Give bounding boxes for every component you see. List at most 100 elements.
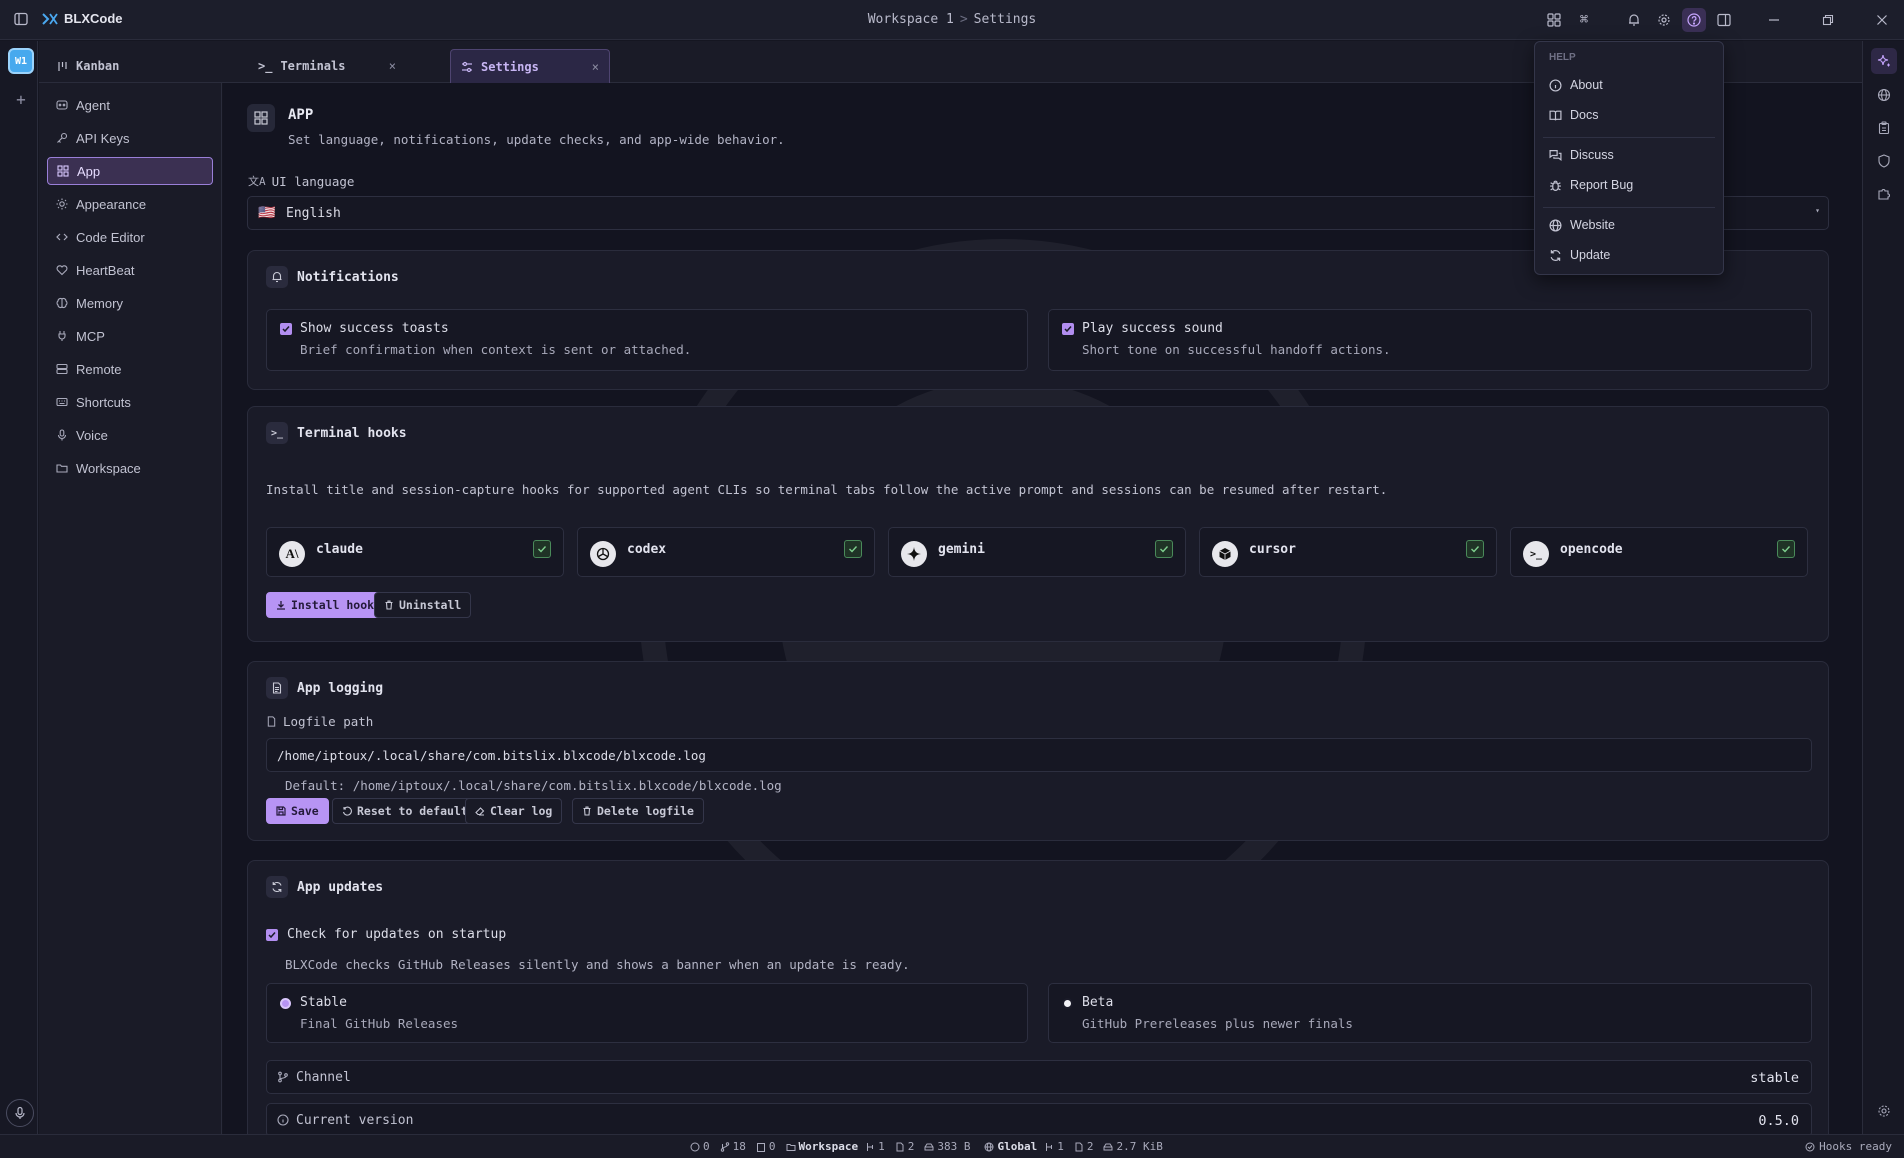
checkbox-checked-icon[interactable] xyxy=(844,540,862,558)
menu-label: Website xyxy=(1570,218,1615,232)
nav-item-code-editor[interactable]: Code Editor xyxy=(47,223,213,251)
channel-label: Channel xyxy=(296,1070,351,1085)
logfile-default-text: Default: /home/iptoux/.local/share/com.b… xyxy=(285,778,782,793)
nav-item-appearance[interactable]: Appearance xyxy=(47,190,213,218)
nav-label: API Keys xyxy=(76,130,130,146)
global-count: 1 xyxy=(1057,1140,1064,1153)
nav-item-app[interactable]: App xyxy=(47,157,213,185)
logfile-path-input[interactable]: /home/iptoux/.local/share/com.bitslix.bl… xyxy=(266,738,1812,772)
close-window-icon[interactable] xyxy=(1870,8,1894,32)
trash-icon xyxy=(384,600,394,610)
nav-item-mcp[interactable]: MCP xyxy=(47,322,213,350)
nav-item-shortcuts[interactable]: Shortcuts xyxy=(47,388,213,416)
checkbox-checked-icon[interactable] xyxy=(533,540,551,558)
nav-label: Appearance xyxy=(76,196,147,212)
checkbox-checked-icon[interactable] xyxy=(280,323,292,335)
breadcrumb-workspace[interactable]: Workspace 1 xyxy=(868,12,954,27)
nav-label: App xyxy=(77,163,101,179)
nav-label: Remote xyxy=(76,361,122,377)
grid-icon xyxy=(57,165,69,177)
global-size-status[interactable]: 2.7 KiB xyxy=(1103,1140,1163,1153)
menu-item-about[interactable]: About xyxy=(1543,72,1715,98)
checkbox-checked-icon[interactable] xyxy=(1155,540,1173,558)
workspace-size-status[interactable]: 383 B xyxy=(924,1140,970,1153)
nav-item-api-keys[interactable]: API Keys xyxy=(47,124,213,152)
reset-to-default-button[interactable]: Reset to default xyxy=(332,798,478,824)
gear-icon[interactable] xyxy=(1652,8,1676,32)
checkbox-checked-icon[interactable] xyxy=(1062,323,1074,335)
checkbox-checked-icon[interactable] xyxy=(1777,540,1795,558)
nav-item-agent[interactable]: Agent xyxy=(47,91,213,119)
tab-terminals[interactable]: >_ Terminals × xyxy=(248,49,406,83)
bell-icon[interactable] xyxy=(1622,8,1646,32)
globe-icon[interactable] xyxy=(1871,82,1897,108)
tab-label: Terminals xyxy=(280,59,346,73)
puzzle-icon[interactable] xyxy=(1871,181,1897,207)
agent-claude[interactable]: A\ claude xyxy=(266,527,564,577)
gear-icon[interactable] xyxy=(1871,1098,1897,1124)
microphone-button[interactable] xyxy=(6,1099,34,1127)
file-icon xyxy=(1074,1142,1084,1152)
option-desc: GitHub Prereleases plus newer finals xyxy=(1082,1016,1353,1031)
menu-item-website[interactable]: Website xyxy=(1543,212,1715,238)
install-hooks-button[interactable]: Install hooks xyxy=(266,592,392,618)
file-text-icon xyxy=(266,677,288,699)
delete-logfile-button[interactable]: Delete logfile xyxy=(572,798,704,824)
radio-selected-icon[interactable] xyxy=(280,998,291,1009)
save-button[interactable]: Save xyxy=(266,798,329,824)
nav-label: Memory xyxy=(76,295,123,311)
nav-item-remote[interactable]: Remote xyxy=(47,355,213,383)
checkbox-checked-icon[interactable] xyxy=(1466,540,1484,558)
tasks-status[interactable]: 0 xyxy=(756,1140,776,1153)
agent-cursor[interactable]: cursor xyxy=(1199,527,1497,577)
radio-unselected-icon[interactable] xyxy=(1062,998,1073,1009)
close-tab-icon[interactable]: × xyxy=(389,59,396,73)
minimize-icon[interactable] xyxy=(1762,8,1786,32)
menu-item-discuss[interactable]: Discuss xyxy=(1543,142,1715,168)
nav-item-workspace[interactable]: Workspace xyxy=(47,454,213,482)
check-updates-option[interactable]: Check for updates on startup xyxy=(266,927,506,942)
sparkles-icon[interactable] xyxy=(1871,48,1897,74)
channel-beta-option[interactable]: Beta GitHub Prereleases plus newer final… xyxy=(1048,983,1812,1043)
play-success-sound-option[interactable]: Play success sound Short tone on success… xyxy=(1048,309,1812,371)
tab-kanban[interactable]: Kanban xyxy=(47,49,207,83)
shield-icon[interactable] xyxy=(1871,148,1897,174)
global-docs-status[interactable]: 2 xyxy=(1074,1140,1093,1153)
bell-icon xyxy=(266,266,288,288)
checkbox-checked-icon[interactable] xyxy=(266,928,278,941)
add-workspace-button[interactable]: + xyxy=(9,87,33,111)
grid-icon[interactable] xyxy=(1542,8,1566,32)
channel-stable-option[interactable]: Stable Final GitHub Releases xyxy=(266,983,1028,1043)
cursor-logo-icon xyxy=(1212,541,1238,567)
menu-item-report-bug[interactable]: Report Bug xyxy=(1543,172,1715,198)
uninstall-button[interactable]: Uninstall xyxy=(374,592,472,618)
command-icon[interactable]: ⌘ xyxy=(1572,8,1596,32)
nav-item-memory[interactable]: Memory xyxy=(47,289,213,317)
agent-codex[interactable]: codex xyxy=(577,527,875,577)
show-success-toasts-option[interactable]: Show success toasts Brief confirmation w… xyxy=(266,309,1028,371)
close-tab-icon[interactable]: × xyxy=(592,60,599,74)
panel-icon[interactable] xyxy=(1712,8,1736,32)
errors-status[interactable]: 0 xyxy=(690,1140,710,1153)
workspace-docs-status[interactable]: 2 xyxy=(895,1140,914,1153)
branches-status[interactable]: 18 xyxy=(720,1140,746,1153)
agent-opencode[interactable]: >_ opencode xyxy=(1510,527,1808,577)
agent-gemini[interactable]: gemini xyxy=(888,527,1186,577)
current-version-row: Current version 0.5.0 xyxy=(266,1103,1812,1134)
title-bar: BLXCode Workspace 1 > Settings ⌘ xyxy=(0,0,1904,40)
clear-log-button[interactable]: Clear log xyxy=(465,798,563,824)
global-status[interactable]: Global 1 xyxy=(984,1140,1064,1153)
hooks-status[interactable]: Hooks ready xyxy=(1805,1140,1892,1153)
workspace-badge[interactable]: W1 xyxy=(8,48,34,74)
help-icon[interactable] xyxy=(1682,8,1706,32)
restore-icon[interactable] xyxy=(1816,8,1840,32)
sun-icon xyxy=(56,198,68,210)
menu-item-update[interactable]: Update xyxy=(1543,242,1715,268)
nav-item-heartbeat[interactable]: HeartBeat xyxy=(47,256,213,284)
workspace-status[interactable]: Workspace 1 xyxy=(786,1140,885,1153)
clipboard-icon[interactable] xyxy=(1871,115,1897,141)
nav-item-voice[interactable]: Voice xyxy=(47,421,213,449)
tab-settings[interactable]: Settings × xyxy=(450,49,610,83)
agent-name: gemini xyxy=(938,542,985,557)
menu-item-docs[interactable]: Docs xyxy=(1543,102,1715,128)
